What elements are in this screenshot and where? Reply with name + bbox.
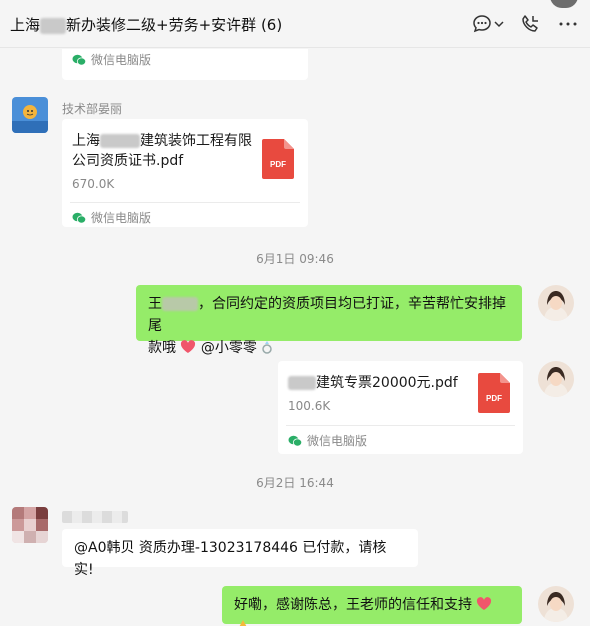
file-source: 微信电脑版 (288, 432, 367, 449)
message-bubble-incoming[interactable]: @A0韩贝 资质办理-13023178446 已付款，请核实! (62, 529, 418, 578)
title-prefix: 上海 (10, 16, 41, 34)
self-avatar[interactable] (538, 285, 574, 321)
file-source-text: 微信电脑版 (307, 434, 368, 448)
redacted-text (100, 134, 140, 148)
file-bubble-certificate[interactable]: 上海 建筑装饰工程有限 公司资质证书.pdf 670.0K PDF 微信电脑版 (62, 119, 308, 227)
file-name-part: 建筑装饰工程有限 (140, 133, 252, 149)
file-name-part: 建筑专票20000元.pdf (316, 375, 458, 391)
redacted-sender-name (62, 511, 128, 523)
message-text: 王，合同约定的资质项目均已打证，辛苦帮忙安排掉尾 款哦 @小零零 (148, 293, 510, 359)
redacted-text (40, 17, 67, 34)
redacted-text (162, 297, 198, 311)
more-icon[interactable] (556, 12, 580, 36)
heart-emoji-icon (181, 340, 196, 353)
phone-icon[interactable] (518, 12, 542, 36)
file-name: 上海 建筑装饰工程有限 公司资质证书.pdf (72, 131, 252, 171)
message-bubble-outgoing[interactable]: 好嘞，感谢陈总，王老师的信任和支持 (222, 586, 522, 626)
chat-more-icon[interactable] (470, 12, 494, 36)
window-control[interactable] (550, 0, 578, 8)
member-count: (6) (260, 16, 283, 34)
timestamp: 6月1日 09:46 (256, 252, 334, 266)
file-name-part: 上海 (72, 133, 100, 149)
pdf-badge: PDF (486, 394, 502, 403)
file-divider (286, 425, 515, 426)
mention[interactable]: @小零零 (201, 340, 257, 356)
wechat-icon (72, 54, 86, 65)
message-text: @A0韩贝 资质办理-13023178446 已付款，请核实! (74, 540, 387, 578)
self-avatar[interactable] (538, 361, 574, 397)
pray-emoji-icon (239, 620, 247, 626)
file-bubble-invoice[interactable]: 建筑专票20000元.pdf 100.6K PDF 微信电脑版 (278, 361, 523, 454)
pdf-file-icon: PDF (478, 373, 510, 413)
chat-area[interactable]: 微信电脑版 技术部晏丽 上海 建筑装饰工程有限 公司资质证书.pdf 670.0K… (0, 49, 590, 626)
avatar[interactable] (12, 97, 48, 133)
wechat-icon (72, 212, 86, 223)
message-part: 款哦 (148, 340, 176, 356)
chevron-down-icon[interactable] (493, 12, 505, 36)
file-size: 670.0K (72, 177, 115, 191)
self-avatar[interactable] (538, 586, 574, 622)
file-name-part: 公司资质证书.pdf (72, 153, 184, 169)
title-suffix: 新办装修二级+劳务+安许群 (66, 16, 257, 34)
ring-emoji-icon (262, 341, 273, 354)
file-divider (70, 202, 300, 203)
file-source-text: 微信电脑版 (91, 53, 152, 67)
message-bubble-outgoing[interactable]: 王，合同约定的资质项目均已打证，辛苦帮忙安排掉尾 款哦 @小零零 (136, 285, 522, 356)
timestamp: 6月2日 16:44 (256, 476, 334, 490)
pdf-file-icon: PDF (262, 139, 294, 179)
chat-title[interactable]: 上海 新办装修二级+劳务+安许群 (6) (10, 14, 282, 35)
file-source: 微信电脑版 (72, 209, 151, 226)
chat-header: 上海 新办装修二级+劳务+安许群 (6) (0, 0, 590, 48)
file-source: 微信电脑版 (72, 51, 151, 68)
message-part: 王 (148, 296, 162, 312)
file-size: 100.6K (288, 399, 331, 413)
pdf-badge: PDF (270, 160, 286, 169)
redacted-text (288, 376, 316, 390)
sender-name: 技术部晏丽 (62, 102, 123, 116)
file-source-text: 微信电脑版 (91, 211, 152, 225)
heart-emoji-icon (477, 597, 492, 610)
message-text: 好嘞，感谢陈总，王老师的信任和支持 (234, 597, 472, 613)
file-bubble-truncated[interactable]: 微信电脑版 (62, 49, 308, 80)
file-name: 建筑专票20000元.pdf (288, 373, 458, 393)
message-part: ，合同约定的资质项目均已打证，辛苦帮忙安排掉尾 (148, 296, 506, 334)
wechat-icon (288, 435, 302, 446)
avatar[interactable] (12, 507, 48, 543)
